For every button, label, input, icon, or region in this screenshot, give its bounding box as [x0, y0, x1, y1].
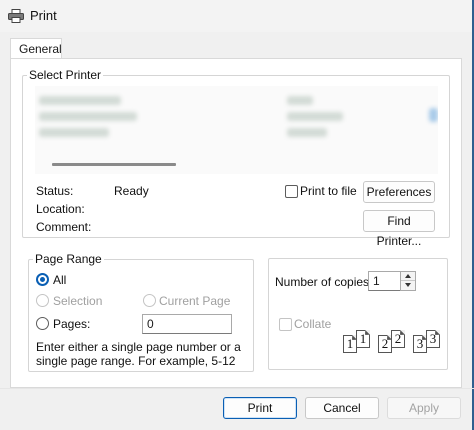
- printer-item-selected-blurred[interactable]: [429, 108, 438, 122]
- collate-page-2-back: 2: [378, 335, 392, 353]
- pages-radio[interactable]: [36, 317, 49, 330]
- collate-page-2-front: 2: [391, 330, 405, 348]
- print-button[interactable]: Print: [223, 397, 297, 419]
- cancel-button[interactable]: Cancel: [305, 397, 379, 419]
- spin-up-icon[interactable]: [401, 272, 415, 281]
- collate-page-3-back: 3: [413, 335, 427, 353]
- apply-button[interactable]: Apply: [387, 397, 461, 419]
- printer-icon: [8, 9, 24, 23]
- horizontal-scrollbar[interactable]: [52, 163, 176, 166]
- print-to-file-label[interactable]: Print to file: [300, 184, 357, 198]
- current-page-label[interactable]: Current Page: [159, 294, 230, 308]
- status-value: Ready: [114, 184, 149, 198]
- printer-list[interactable]: [35, 86, 438, 174]
- page-range-legend: Page Range: [35, 252, 102, 266]
- print-to-file-checkbox[interactable]: [285, 185, 298, 198]
- printer-item-blurred[interactable]: [287, 112, 343, 121]
- comment-label: Comment:: [36, 220, 92, 234]
- pages-label[interactable]: Pages:: [53, 317, 90, 331]
- all-label[interactable]: All: [53, 273, 66, 287]
- selection-label[interactable]: Selection: [53, 294, 102, 308]
- status-label: Status:: [36, 184, 74, 198]
- copies-spinner[interactable]: [400, 271, 416, 291]
- page-range-hint: Enter either a single page number or a s…: [36, 340, 241, 368]
- number-of-copies-label: Number of copies:: [275, 275, 373, 289]
- select-printer-legend: Select Printer: [29, 68, 102, 82]
- spin-down-icon[interactable]: [401, 281, 415, 290]
- pages-input[interactable]: 0: [142, 314, 232, 334]
- printer-item-blurred[interactable]: [39, 112, 137, 121]
- collate-page-3-front: 3: [426, 330, 440, 348]
- collate-checkbox[interactable]: [279, 318, 292, 331]
- tab-general[interactable]: General: [10, 38, 62, 59]
- printer-item-blurred[interactable]: [39, 128, 109, 137]
- collate-page-1-back: 1: [343, 335, 357, 353]
- current-page-radio[interactable]: [143, 294, 156, 307]
- printer-item-blurred[interactable]: [287, 128, 327, 137]
- copies-input[interactable]: 1: [368, 271, 401, 291]
- title-bar: Print: [0, 0, 474, 32]
- location-label: Location:: [36, 202, 85, 216]
- footer-divider: [0, 388, 474, 389]
- selection-radio[interactable]: [36, 294, 49, 307]
- collate-label[interactable]: Collate: [294, 317, 331, 331]
- find-printer-button[interactable]: Find Printer...: [363, 210, 435, 248]
- window-title: Print: [30, 8, 57, 23]
- printer-item-blurred[interactable]: [39, 96, 121, 105]
- all-radio[interactable]: [36, 273, 49, 286]
- preferences-button[interactable]: Preferences: [363, 181, 435, 203]
- printer-item-blurred[interactable]: [287, 96, 313, 105]
- collate-page-1-front: 1: [356, 330, 370, 348]
